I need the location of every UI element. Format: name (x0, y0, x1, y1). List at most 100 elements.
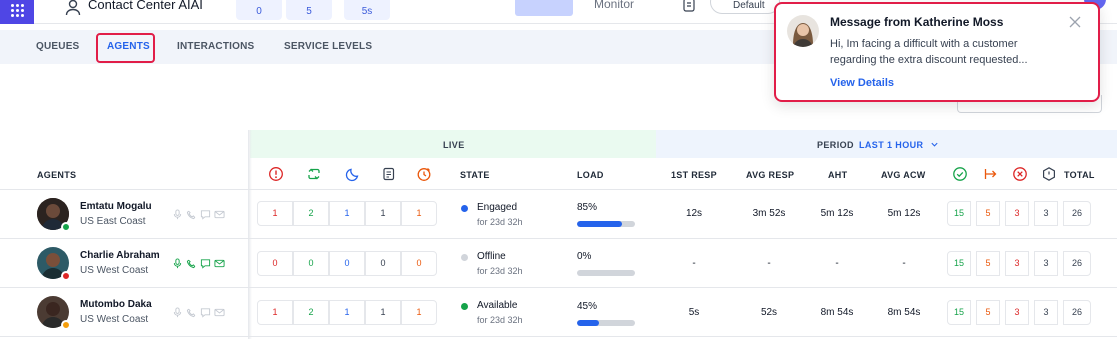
header-tab-block[interactable] (515, 0, 573, 16)
row-divider (0, 189, 1117, 190)
live-count-notes[interactable]: 1 (365, 201, 401, 226)
default-label: Default (733, 0, 765, 11)
state-header: STATE (460, 170, 490, 180)
live-count-alert[interactable]: 1 (257, 300, 293, 325)
result-total[interactable]: 26 (1063, 300, 1091, 325)
result-other[interactable]: 3 (1034, 300, 1058, 325)
channel-icons (172, 209, 225, 220)
result-completed[interactable]: 15 (947, 251, 971, 276)
avg-acw-value: - (902, 258, 906, 269)
avg-resp-header: AVG RESP (746, 170, 795, 180)
mail-icon (214, 259, 225, 268)
agent-location: US East Coast (80, 216, 146, 227)
check-circle-icon (953, 167, 967, 181)
grid-icon (11, 4, 24, 17)
tab-queues[interactable]: QUEUES (36, 41, 79, 52)
notification-toast[interactable]: Message from Katherine Moss Hi, Im facin… (774, 2, 1100, 102)
close-icon[interactable] (1068, 15, 1082, 29)
app-launcher-button[interactable] (0, 0, 34, 24)
moon-icon (345, 168, 359, 182)
result-other[interactable]: 3 (1034, 251, 1058, 276)
agent-name[interactable]: Mutombo Daka (80, 299, 152, 310)
period-value: LAST 1 HOUR (859, 140, 924, 150)
live-count-idle[interactable]: 1 (329, 300, 365, 325)
live-count-notes[interactable]: 0 (365, 251, 401, 276)
note-icon (383, 167, 395, 181)
call-transfer-icon (186, 308, 196, 318)
avg-acw-value: 8m 54s (887, 307, 921, 318)
microphone-icon (173, 258, 182, 269)
agent-name[interactable]: Emtatu Mogalu (80, 201, 152, 212)
result-transferred[interactable]: 5 (976, 251, 1000, 276)
sender-avatar (787, 15, 819, 47)
state-dot (461, 254, 468, 261)
live-count-waiting[interactable]: 0 (401, 251, 437, 276)
live-count-idle[interactable]: 1 (329, 201, 365, 226)
result-dropped[interactable]: 3 (1005, 300, 1029, 325)
presence-status-dot (61, 222, 71, 232)
microphone-icon (173, 209, 182, 220)
stat-pill[interactable]: 0 (236, 0, 282, 20)
agent-state-duration: for 23d 32h (477, 315, 523, 325)
agent-location: US West Coast (80, 265, 149, 276)
mail-icon (214, 210, 225, 219)
live-count-alert[interactable]: 0 (257, 251, 293, 276)
first-response-value: 5s (688, 307, 700, 318)
live-count-idle[interactable]: 0 (329, 251, 365, 276)
view-details-link[interactable]: View Details (830, 77, 894, 89)
notification-title: Message from Katherine Moss (830, 15, 1004, 29)
row-divider (0, 238, 1117, 239)
channel-icons (172, 307, 225, 318)
app-title: Contact Center AIAI (88, 0, 203, 12)
result-other[interactable]: 3 (1034, 201, 1058, 226)
state-dot (461, 205, 468, 212)
load-bar (577, 270, 635, 276)
row-divider (0, 336, 1117, 337)
notification-body: Hi, Im facing a difficult with a custome… (830, 38, 1028, 66)
result-transferred[interactable]: 5 (976, 300, 1000, 325)
result-completed[interactable]: 15 (947, 201, 971, 226)
live-count-waiting[interactable]: 1 (401, 201, 437, 226)
agent-state: Available (477, 300, 518, 311)
chat-icon (200, 308, 211, 318)
x-circle-icon (1013, 167, 1027, 181)
live-count-waiting[interactable]: 1 (401, 300, 437, 325)
period-label: PERIOD (817, 140, 854, 150)
agent-state: Offline (477, 251, 506, 262)
avg-response-value: 52s (760, 307, 778, 318)
live-label: LIVE (443, 140, 465, 150)
live-count-transfer[interactable]: 0 (293, 251, 329, 276)
result-dropped[interactable]: 3 (1005, 201, 1029, 226)
chat-icon (200, 210, 211, 220)
period-selector[interactable]: LAST 1 HOUR (859, 140, 939, 150)
user-icon (65, 0, 81, 16)
result-dropped[interactable]: 3 (1005, 251, 1029, 276)
live-count-transfer[interactable]: 2 (293, 300, 329, 325)
agent-state-duration: for 23d 32h (477, 266, 523, 276)
mail-icon (214, 308, 225, 317)
avg-acw-header: AVG ACW (881, 170, 926, 180)
first-resp-header: 1ST RESP (671, 170, 717, 180)
tab-interactions[interactable]: INTERACTIONS (177, 41, 254, 52)
tab-agents[interactable]: AGENTS (107, 41, 150, 52)
column-shadow (248, 130, 252, 339)
default-selector[interactable]: Default (710, 0, 780, 14)
avg-acw-value: 5m 12s (887, 208, 921, 219)
load-bar (577, 221, 635, 227)
stat-pill[interactable]: 5 (286, 0, 332, 20)
tab-service-levels[interactable]: SERVICE LEVELS (284, 41, 372, 52)
live-count-alert[interactable]: 1 (257, 201, 293, 226)
result-total[interactable]: 26 (1063, 201, 1091, 226)
live-count-notes[interactable]: 1 (365, 300, 401, 325)
avg-response-value: - (767, 258, 771, 269)
notes-icon[interactable] (681, 0, 697, 13)
load-bar-fill (577, 320, 600, 326)
stat-pill[interactable]: 5s (344, 0, 390, 20)
state-dot (461, 303, 468, 310)
live-count-transfer[interactable]: 2 (293, 201, 329, 226)
result-transferred[interactable]: 5 (976, 201, 1000, 226)
result-total[interactable]: 26 (1063, 251, 1091, 276)
monitor-label[interactable]: Monitor (594, 0, 634, 11)
result-completed[interactable]: 15 (947, 300, 971, 325)
agent-name[interactable]: Charlie Abraham (80, 250, 160, 261)
